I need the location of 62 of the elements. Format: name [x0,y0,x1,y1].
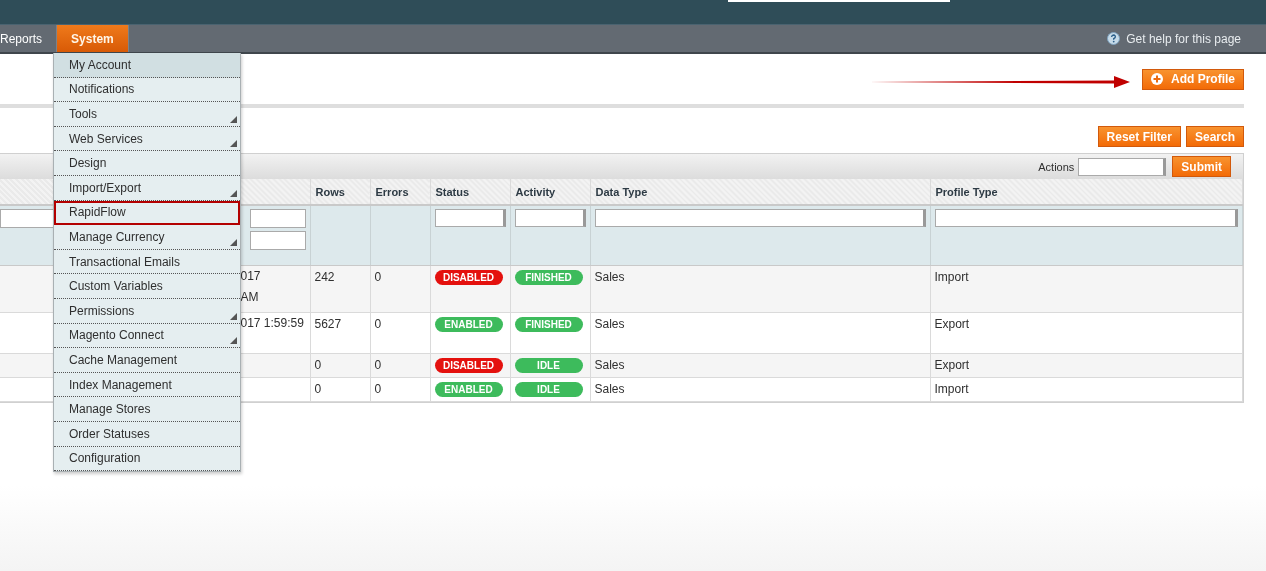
table-cell: Sales [594,317,625,331]
table-cell: Export [934,317,970,331]
table-cell: Import [934,270,969,284]
table-cell: 0 [374,270,382,284]
plus-icon [1151,73,1163,85]
menu-item[interactable]: Magento Connect [54,323,240,349]
menu-item[interactable]: RapidFlow [54,200,240,226]
menu-item[interactable]: Manage Currency [54,225,240,250]
status-badge: DISABLED [434,270,503,285]
date-text: AM [240,289,260,306]
profile-type-filter[interactable] [934,209,1238,227]
activity-badge: FINISHED [514,317,583,332]
column-header[interactable]: Activity [510,179,590,205]
column-header[interactable]: Data Type [590,179,930,205]
menu-item[interactable]: Import/Export [54,175,240,201]
data-type-filter[interactable] [594,209,926,227]
activity-filter[interactable] [514,209,586,227]
help-link[interactable]: Get help for this page [1126,31,1241,46]
column-header[interactable]: Status [430,179,510,205]
menu-item[interactable]: Manage Stores [54,397,240,422]
status-filter[interactable] [434,209,506,227]
column-header[interactable]: Errors [370,179,430,205]
date-text: 017 [240,268,262,285]
column-header[interactable]: Rows [310,179,370,205]
activity-badge: IDLE [514,358,583,373]
table-cell: Export [934,358,970,372]
table-cell: 0 [374,317,382,331]
help-icon [1107,32,1121,45]
date-text: 017 1:59:59 [240,315,305,332]
menu-item[interactable]: Tools [54,102,240,127]
table-cell: 0 [374,382,382,396]
table-cell: 242 [314,270,335,284]
table-cell: Sales [594,270,625,284]
menu-item[interactable]: Transactional Emails [54,249,240,275]
table-cell: 0 [314,358,322,372]
menu-item[interactable]: Design [54,151,240,176]
menu-item[interactable]: Permissions [54,298,240,324]
filter-field[interactable] [0,209,54,228]
actions-select[interactable] [1078,157,1167,176]
activity-badge: IDLE [514,382,583,397]
actions-label: Actions [1038,160,1075,173]
activity-badge: FINISHED [514,270,583,285]
menu-item[interactable]: Custom Variables [54,274,240,299]
column-header[interactable]: Profile Type [930,179,1243,205]
table-cell: 5627 [314,317,342,331]
table-cell: Sales [594,358,625,372]
menu-item[interactable]: Order Statuses [54,421,240,447]
menu-item[interactable]: Notifications [54,77,240,103]
menu-item[interactable]: Index Management [54,372,240,398]
status-badge: ENABLED [434,382,503,397]
table-cell: Import [934,382,969,396]
status-badge: DISABLED [434,358,503,373]
date-to-field[interactable] [249,231,306,250]
menu-item[interactable]: Cache Management [54,348,240,373]
status-badge: ENABLED [434,317,503,332]
menu-item[interactable]: Configuration [54,446,240,472]
table-cell: 0 [314,382,322,396]
table-cell: Sales [594,382,625,396]
menu-item[interactable]: Web Services [54,126,240,152]
menu-item[interactable]: My Account [54,53,240,78]
table-cell: 0 [374,358,382,372]
date-from-field[interactable] [249,209,306,228]
